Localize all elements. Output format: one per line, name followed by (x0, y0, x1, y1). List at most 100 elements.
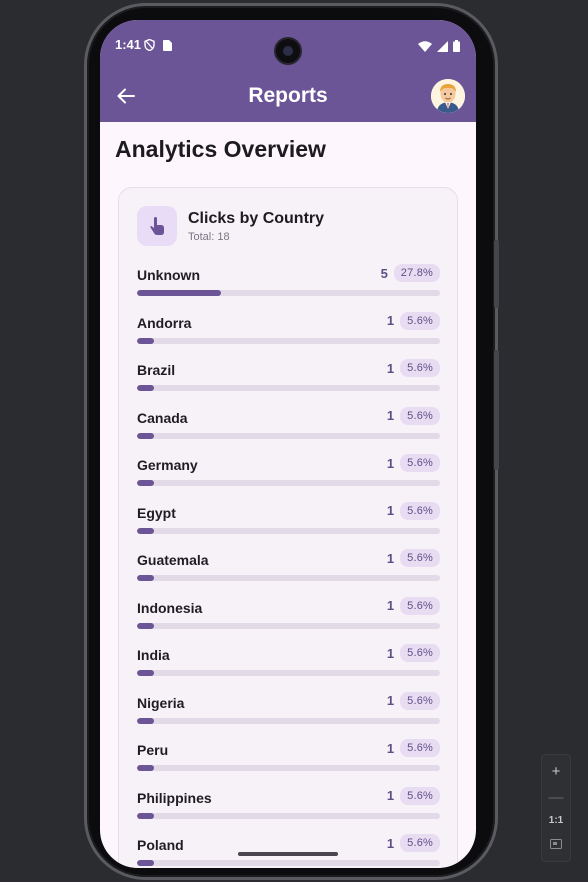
country-name: Nigeria (137, 694, 185, 711)
zoom-toolbar: + — 1:1 (541, 754, 571, 862)
fit-screen-icon[interactable] (550, 837, 562, 852)
row-stats: 1 5.6% (384, 501, 440, 520)
country-name: Poland (137, 837, 184, 853)
shield-icon (144, 38, 155, 56)
progress-track (137, 480, 440, 486)
click-count: 1 (386, 645, 395, 661)
country-row: Egypt 1 5.6% (137, 501, 440, 550)
zoom-in-icon[interactable]: + (552, 764, 561, 779)
click-count: 1 (386, 693, 395, 708)
country-name: Peru (137, 742, 169, 758)
card-title: Clicks by Country (188, 210, 325, 227)
signal-icon (437, 39, 448, 57)
progress-fill (137, 385, 154, 391)
progress-fill (137, 480, 154, 486)
click-count: 1 (386, 503, 395, 518)
percent-badge: 5.6% (400, 454, 440, 472)
country-name: India (137, 647, 170, 663)
progress-fill (137, 337, 154, 344)
row-stats: 5 27.8% (378, 264, 440, 282)
row-stats: 1 5.6% (384, 691, 440, 710)
avatar[interactable] (431, 79, 465, 113)
zoom-out-icon[interactable]: — (549, 790, 564, 805)
country-name: Philippines (137, 789, 212, 806)
page-title: Analytics Overview (115, 136, 326, 162)
country-name: Indonesia (137, 599, 203, 616)
row-stats: 1 5.6% (384, 596, 440, 615)
wifi-icon (418, 39, 432, 57)
progress-fill (137, 765, 154, 771)
country-row: Guatemala 1 5.6% (137, 549, 440, 597)
percent-badge: 5.6% (400, 406, 440, 425)
card-subtitle: Total: 18 (188, 231, 230, 243)
status-right-icons (418, 39, 460, 57)
progress-fill (137, 575, 154, 581)
progress-track (137, 812, 440, 819)
country-name: Brazil (137, 362, 176, 378)
country-row: Philippines 1 5.6% (137, 786, 440, 835)
progress-track (137, 860, 440, 866)
front-camera (274, 37, 302, 65)
sim-icon (163, 38, 172, 56)
progress-track (137, 527, 440, 534)
progress-track (137, 290, 440, 296)
percent-badge: 5.6% (400, 596, 440, 615)
progress-track (137, 575, 440, 581)
country-name: Unknown (137, 267, 200, 283)
percent-badge: 5.6% (400, 834, 440, 852)
progress-fill (137, 432, 154, 439)
progress-track (137, 717, 440, 724)
percent-badge: 5.6% (400, 786, 440, 805)
row-stats: 1 5.6% (384, 644, 440, 662)
country-row: Nigeria 1 5.6% (137, 691, 440, 740)
country-row: Indonesia 1 5.6% (137, 596, 440, 645)
click-count: 1 (386, 740, 395, 756)
progress-fill (137, 860, 154, 866)
row-stats: 1 5.6% (384, 549, 440, 567)
country-name: Germany (137, 457, 198, 473)
clicks-by-country-card: Clicks by Country Total: 18 Unknown 5 27.8… (118, 187, 458, 868)
row-stats: 1 5.6% (384, 454, 440, 472)
click-count: 1 (386, 360, 395, 376)
status-left-icons (144, 38, 172, 56)
card-icon-badge (137, 206, 177, 246)
percent-badge: 5.6% (400, 549, 440, 567)
row-stats: 1 5.6% (384, 359, 440, 377)
click-count: 1 (386, 455, 395, 471)
click-count: 1 (386, 408, 395, 423)
percent-badge: 5.6% (400, 739, 440, 757)
country-name: Egypt (137, 504, 176, 521)
progress-track (137, 765, 440, 771)
percent-badge: 5.6% (400, 644, 440, 662)
percent-badge: 5.6% (400, 359, 440, 377)
row-stats: 1 5.6% (384, 739, 440, 757)
percent-badge: 27.8% (393, 264, 440, 282)
zoom-reset-button[interactable]: 1:1 (549, 815, 563, 826)
emulator-stage: 1:41 Reports Analytics Overview Clicks b… (0, 0, 588, 882)
country-row: Unknown 5 27.8% (137, 264, 440, 312)
country-row: Poland 1 5.6% (137, 834, 440, 868)
power-button (494, 240, 499, 308)
country-row: Canada 1 5.6% (137, 406, 440, 455)
country-row: Germany 1 5.6% (137, 454, 440, 502)
click-count: 1 (386, 313, 395, 328)
country-row: Peru 1 5.6% (137, 739, 440, 787)
appbar-title: Reports (248, 84, 328, 107)
progress-fill (137, 717, 154, 724)
progress-track (137, 337, 440, 344)
progress-fill (137, 290, 222, 296)
country-list: Unknown 5 27.8% Andorra 1 5.6% Brazil 1 5.6% Cana… (137, 264, 440, 868)
country-name: Andorra (137, 314, 192, 331)
progress-track (137, 385, 440, 391)
country-row: Andorra 1 5.6% (137, 311, 440, 360)
row-stats: 1 5.6% (384, 834, 440, 852)
status-time: 1:41 (115, 37, 142, 52)
progress-fill (137, 812, 154, 819)
progress-track (137, 432, 440, 439)
progress-fill (137, 527, 154, 534)
app-header: 1:41 Reports (100, 20, 476, 122)
percent-badge: 5.6% (400, 311, 440, 330)
home-indicator[interactable] (238, 852, 338, 856)
country-row: Brazil 1 5.6% (137, 359, 440, 407)
click-count: 5 (380, 265, 388, 281)
